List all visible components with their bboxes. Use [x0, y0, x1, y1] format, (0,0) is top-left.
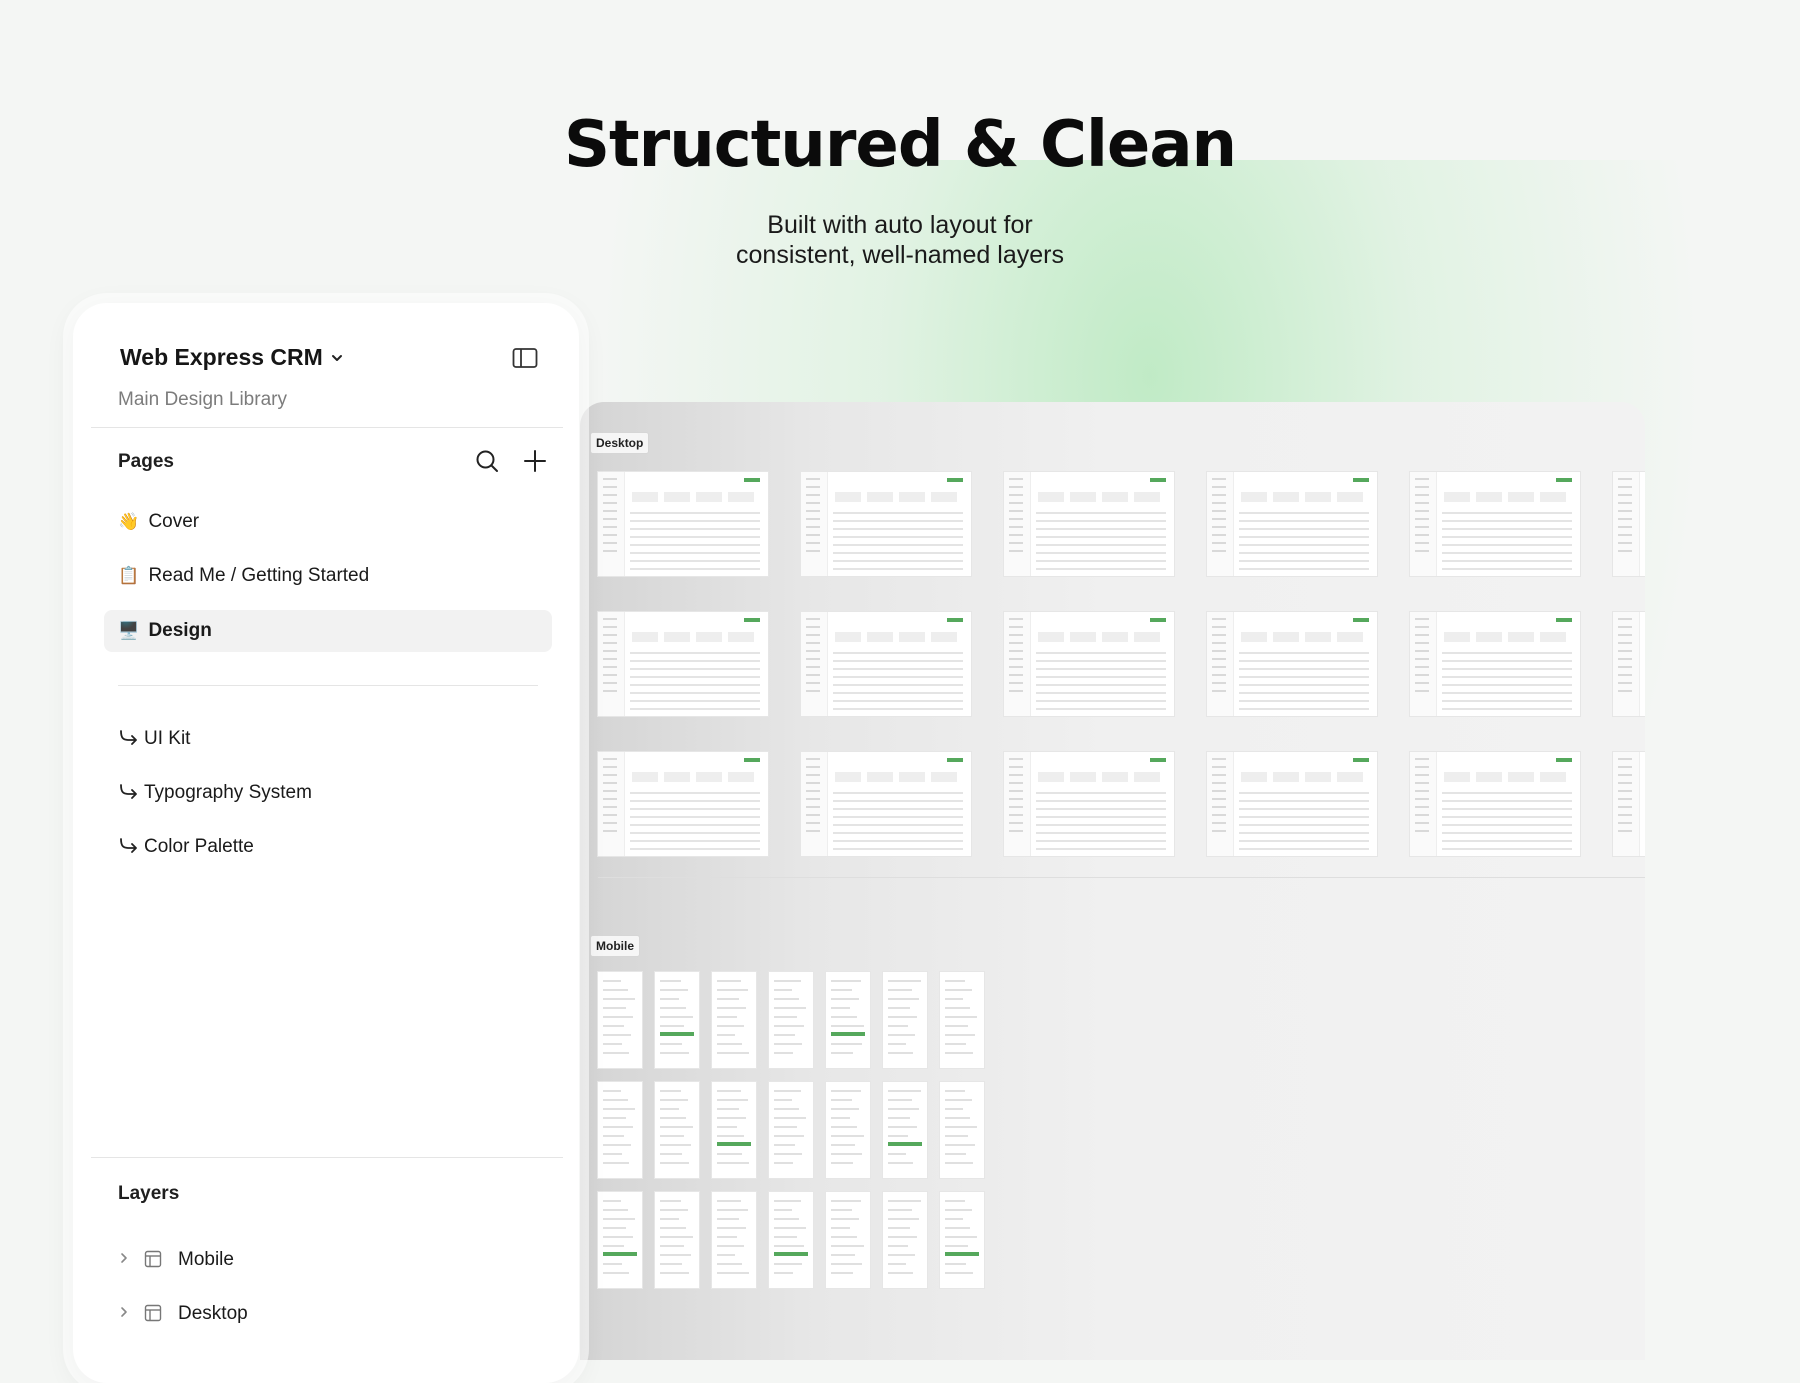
page-item-cover[interactable]: 👋 Cover	[104, 501, 552, 543]
mobile-artboard-thumbnail[interactable]	[883, 1192, 927, 1288]
design-canvas[interactable]: Desktop Mobile	[580, 402, 1645, 1360]
desktop-artboard-thumbnail[interactable]	[801, 472, 971, 576]
mobile-artboard-thumbnail[interactable]	[826, 1082, 870, 1178]
desktop-artboard-thumbnail[interactable]	[1004, 472, 1174, 576]
plus-icon[interactable]	[522, 448, 548, 474]
hero-subtitle: Built with auto layout for consistent, w…	[0, 210, 1800, 270]
mobile-artboard-thumbnail[interactable]	[883, 1082, 927, 1178]
mobile-artboard-thumbnail[interactable]	[940, 1192, 984, 1288]
caret-right-icon[interactable]	[118, 1306, 130, 1318]
mobile-artboard-thumbnail[interactable]	[655, 1192, 699, 1288]
hero-subtitle-line1: Built with auto layout for	[767, 211, 1033, 239]
mobile-artboard-thumbnail[interactable]	[883, 972, 927, 1068]
frame-icon	[144, 1304, 162, 1322]
mobile-artboard-thumbnail[interactable]	[712, 972, 756, 1068]
page-item-design[interactable]: 🖥️ Design	[104, 610, 552, 652]
layer-item-label: Desktop	[178, 1303, 248, 1324]
layer-item-mobile[interactable]: Mobile	[118, 1245, 234, 1275]
mobile-artboard-thumbnail[interactable]	[598, 1082, 642, 1178]
mobile-artboard-thumbnail[interactable]	[598, 972, 642, 1068]
hero-subtitle-line2: consistent, well-named layers	[736, 241, 1064, 269]
desktop-frame[interactable]	[598, 472, 1645, 878]
header-divider	[91, 427, 563, 428]
desktop-artboard-thumbnail[interactable]	[1410, 612, 1580, 716]
link-item-label: Typography System	[144, 782, 312, 803]
mobile-artboard-thumbnail[interactable]	[655, 1082, 699, 1178]
mobile-artboard-thumbnail[interactable]	[655, 972, 699, 1068]
waving-hand-icon: 👋	[118, 512, 140, 532]
file-title[interactable]: Web Express CRM	[120, 344, 323, 371]
layers-title: Layers	[118, 1183, 180, 1204]
panel-header: Web Express CRM Main Design Library	[73, 303, 579, 427]
link-arrow-icon	[120, 730, 137, 745]
mobile-artboard-thumbnail[interactable]	[826, 1192, 870, 1288]
desktop-artboard-thumbnail[interactable]	[1410, 752, 1580, 856]
page-item-label: Design	[148, 620, 212, 641]
layer-item-desktop[interactable]: Desktop	[118, 1299, 248, 1329]
mobile-artboard-thumbnail[interactable]	[598, 1192, 642, 1288]
desktop-artboard-thumbnail[interactable]	[1004, 612, 1174, 716]
pages-divider	[118, 685, 538, 686]
desktop-artboard-thumbnail[interactable]	[598, 472, 768, 576]
search-icon[interactable]	[474, 448, 500, 474]
chevron-down-icon[interactable]	[329, 350, 345, 366]
layers-divider	[91, 1157, 563, 1158]
link-arrow-icon	[120, 838, 137, 853]
file-subtitle: Main Design Library	[118, 389, 287, 410]
mobile-artboard-thumbnail[interactable]	[940, 972, 984, 1068]
clipboard-icon: 📋	[118, 566, 140, 586]
desktop-computer-icon: 🖥️	[118, 621, 140, 641]
mobile-artboard-thumbnail[interactable]	[712, 1192, 756, 1288]
desktop-artboard-thumbnail[interactable]	[1004, 752, 1174, 856]
desktop-artboard-thumbnail[interactable]	[801, 752, 971, 856]
link-item-typography[interactable]: Typography System	[118, 778, 312, 808]
link-item-ui-kit[interactable]: UI Kit	[118, 724, 190, 754]
page-item-readme[interactable]: 📋 Read Me / Getting Started	[104, 555, 552, 597]
mobile-artboard-thumbnail[interactable]	[940, 1082, 984, 1178]
hero-title: Structured & Clean	[563, 108, 1237, 182]
layer-item-label: Mobile	[178, 1249, 234, 1270]
desktop-artboard-thumbnail[interactable]	[1207, 612, 1377, 716]
desktop-frame-label[interactable]: Desktop	[590, 432, 650, 454]
layers-panel: Web Express CRM Main Design Library Page…	[73, 303, 579, 1383]
page-item-label: Read Me / Getting Started	[148, 565, 370, 586]
mobile-artboard-thumbnail[interactable]	[712, 1082, 756, 1178]
sidebar-toggle-icon[interactable]	[512, 347, 538, 369]
desktop-artboard-thumbnail[interactable]	[1613, 752, 1645, 856]
mobile-artboard-thumbnail[interactable]	[769, 1082, 813, 1178]
desktop-artboard-thumbnail[interactable]	[801, 612, 971, 716]
desktop-artboard-thumbnail[interactable]	[598, 612, 768, 716]
mobile-frame-label[interactable]: Mobile	[590, 935, 640, 957]
link-item-label: UI Kit	[144, 728, 191, 749]
page-item-label: Cover	[148, 511, 200, 532]
desktop-artboard-thumbnail[interactable]	[1207, 752, 1377, 856]
caret-right-icon[interactable]	[118, 1252, 130, 1264]
link-item-label: Color Palette	[144, 836, 254, 857]
desktop-artboard-thumbnail[interactable]	[1410, 472, 1580, 576]
desktop-artboard-thumbnail[interactable]	[1207, 472, 1377, 576]
mobile-frame[interactable]	[598, 972, 1008, 1312]
mobile-artboard-thumbnail[interactable]	[769, 1192, 813, 1288]
link-item-color-palette[interactable]: Color Palette	[118, 832, 254, 862]
desktop-artboard-thumbnail[interactable]	[1613, 612, 1645, 716]
desktop-artboard-thumbnail[interactable]	[1613, 472, 1645, 576]
desktop-artboard-thumbnail[interactable]	[598, 752, 768, 856]
pages-title: Pages	[118, 451, 174, 472]
mobile-artboard-thumbnail[interactable]	[826, 972, 870, 1068]
link-arrow-icon	[120, 784, 137, 799]
frame-icon	[144, 1250, 162, 1268]
mobile-artboard-thumbnail[interactable]	[769, 972, 813, 1068]
